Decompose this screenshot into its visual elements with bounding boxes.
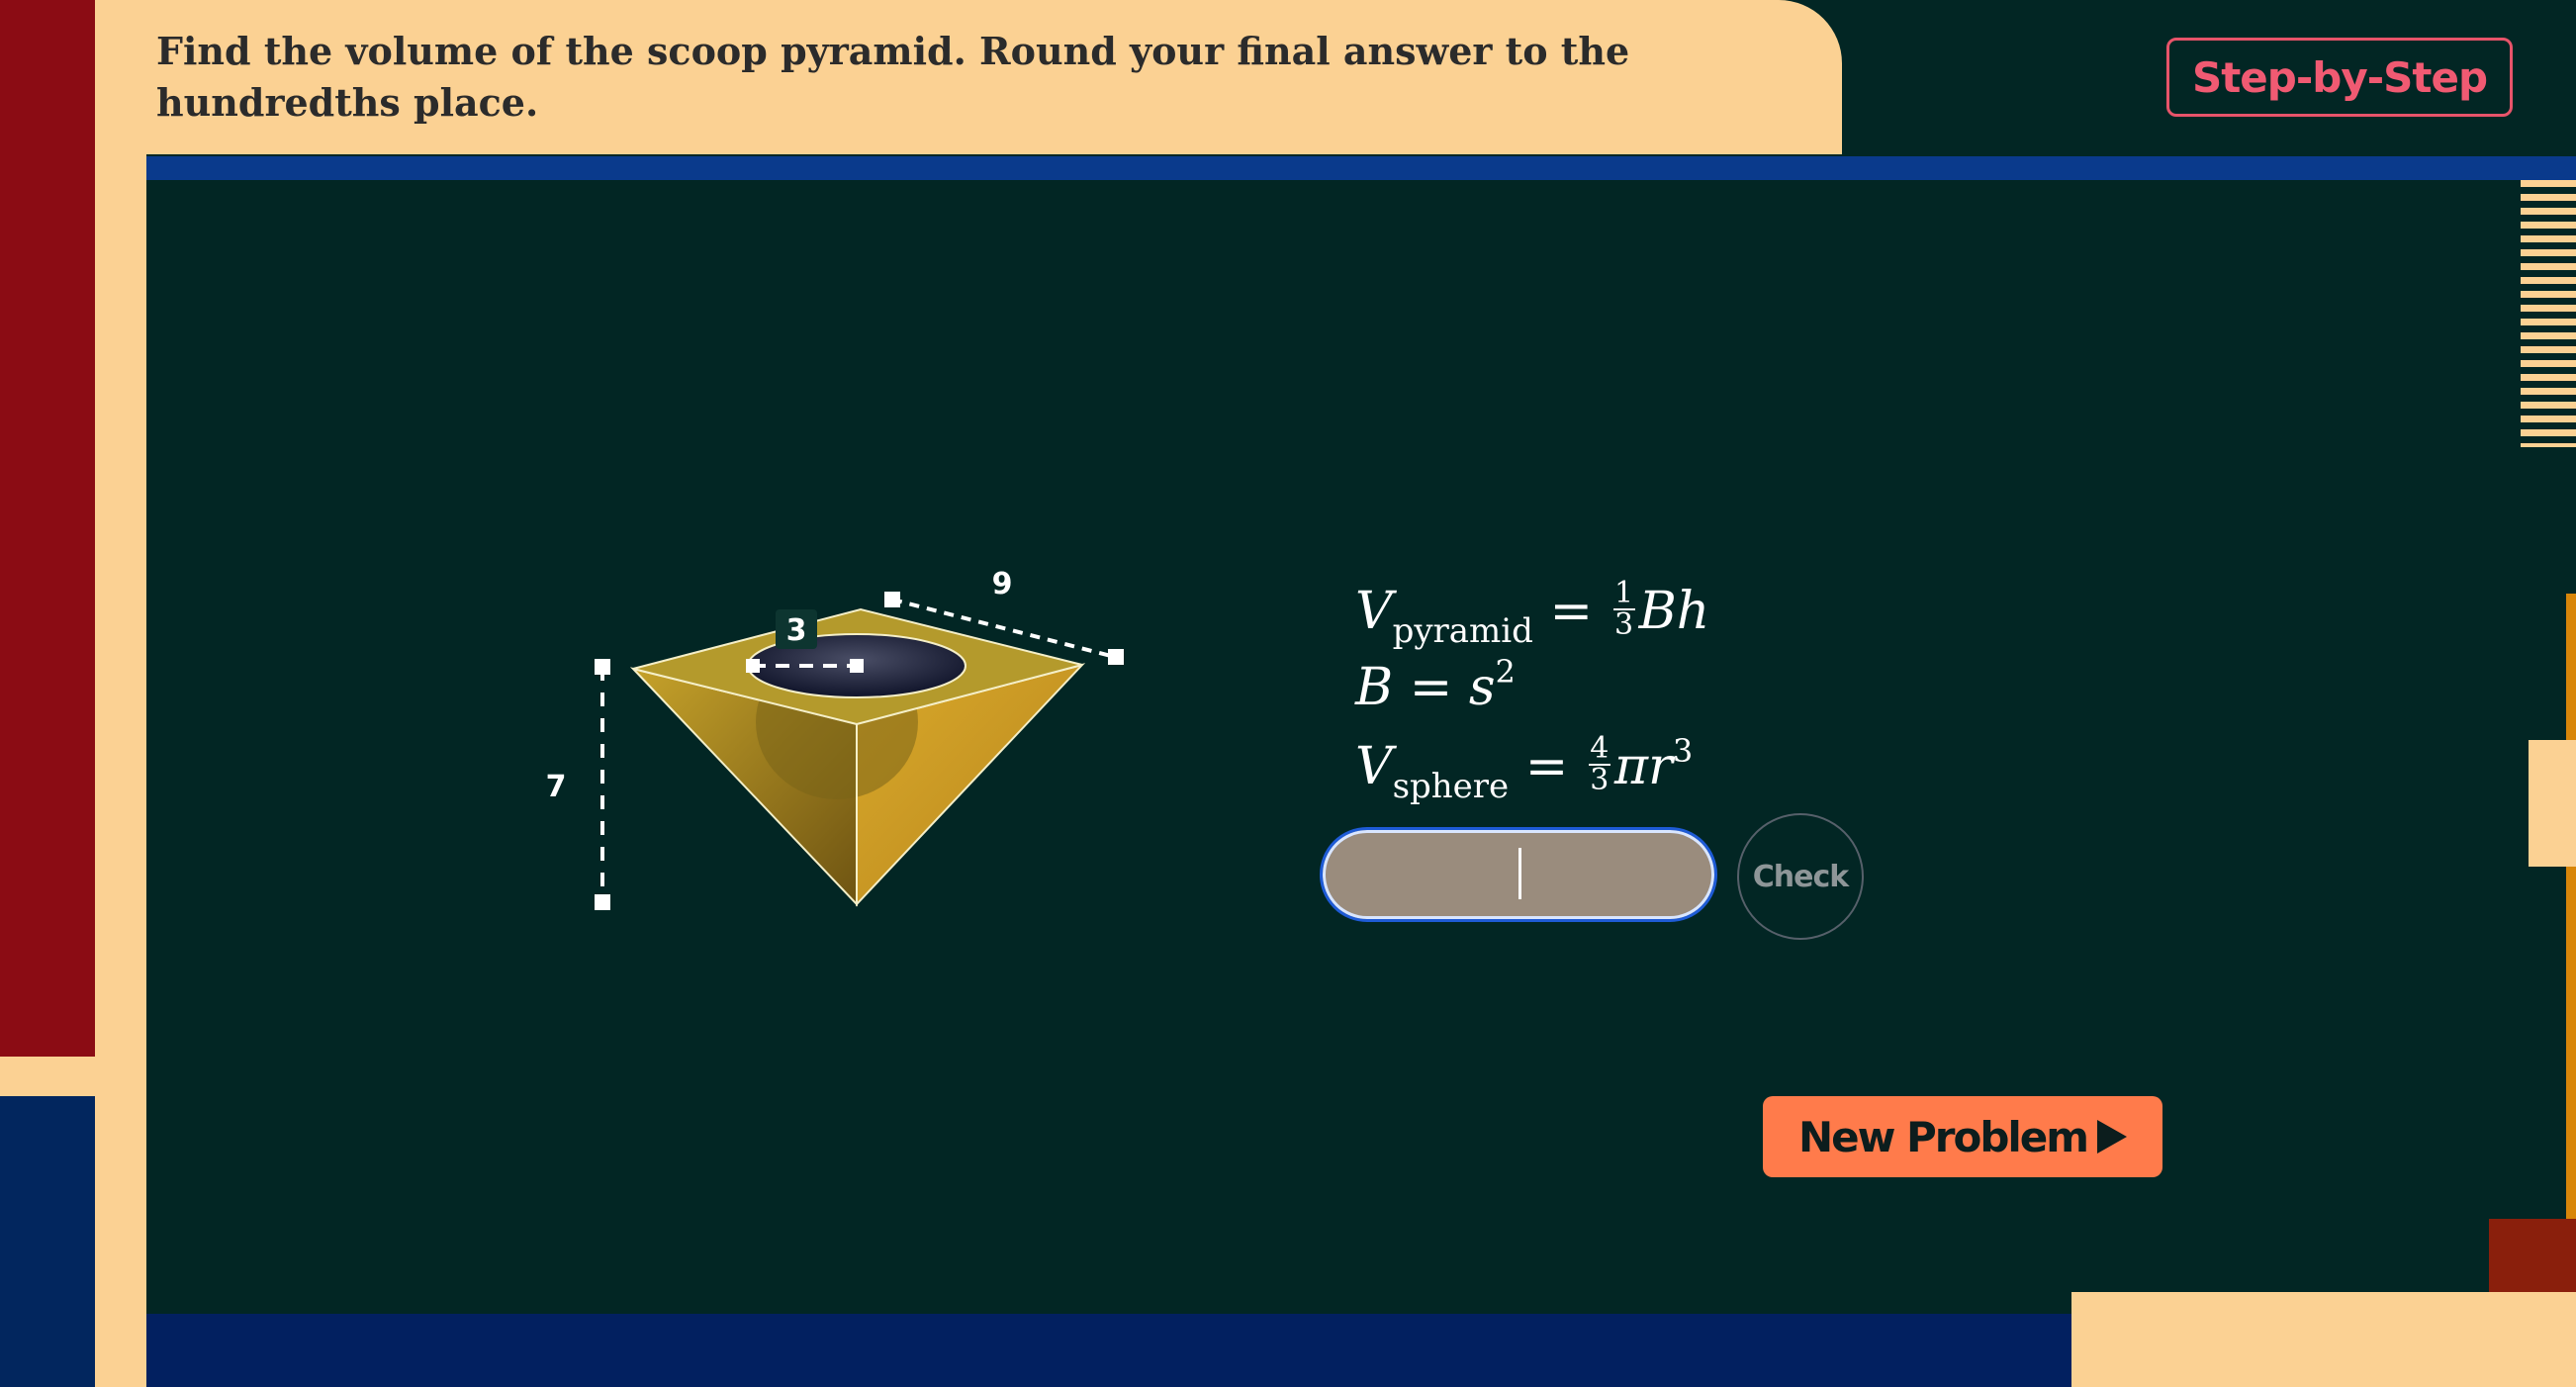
step-by-step-button[interactable]: Step-by-Step <box>2166 38 2513 117</box>
base-area-formula: B = s2 <box>1355 653 1516 717</box>
left-beige-strip <box>95 0 146 1387</box>
header-divider-bar <box>146 156 2576 180</box>
new-problem-button[interactable]: New Problem <box>1763 1096 2162 1177</box>
text-caret <box>1518 848 1521 899</box>
left-red-stripe <box>0 0 95 1057</box>
left-beige-notch <box>0 1057 95 1096</box>
height-endpoint-top <box>595 659 610 675</box>
radius-endpoint-right <box>850 659 864 673</box>
right-beige-tab <box>2529 740 2576 867</box>
bottom-right-beige-block <box>2071 1292 2576 1387</box>
side-label: 9 <box>992 567 1013 601</box>
height-label: 7 <box>546 770 567 804</box>
new-problem-label: New Problem <box>1797 1112 2089 1161</box>
pyramid-volume-formula: Vpyramid = 1 3 Bh <box>1355 575 1710 651</box>
question-text: Find the volume of the scoop pyramid. Ro… <box>156 29 1630 125</box>
fraction: 13 <box>1612 575 1635 642</box>
right-orange-line <box>2566 594 2576 1227</box>
ruler-decoration <box>2521 180 2576 447</box>
side-endpoint-right <box>1108 649 1124 665</box>
side-endpoint-left <box>884 592 900 607</box>
bottom-navy-stripe <box>146 1314 2071 1387</box>
question-panel: Find the volume of the scoop pyramid. Ro… <box>146 0 1842 154</box>
scoop-pyramid-figure: 3 9 7 <box>546 567 1124 910</box>
radius-endpoint-left <box>746 659 760 673</box>
left-navy-stripe <box>0 1096 95 1387</box>
right-red-block <box>2489 1219 2576 1292</box>
fraction: 43 <box>1588 730 1610 797</box>
height-endpoint-bottom <box>595 894 610 910</box>
check-button[interactable]: Check <box>1737 813 1864 940</box>
play-icon <box>2097 1120 2128 1154</box>
sphere-volume-formula: Vsphere = 4 3 πr3 <box>1355 730 1694 806</box>
radius-label: 3 <box>786 613 807 648</box>
